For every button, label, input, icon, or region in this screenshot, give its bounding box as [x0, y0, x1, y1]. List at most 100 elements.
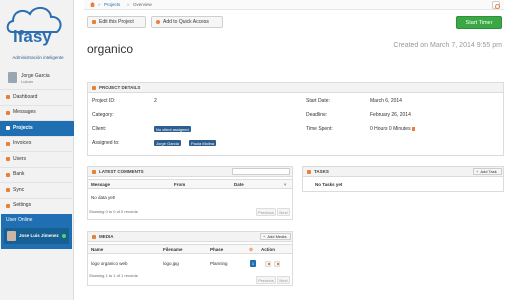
- sidebar-item-settings[interactable]: Settings: [0, 197, 74, 214]
- project-id-label: Project ID:: [92, 98, 116, 104]
- empty-message: No Tasks yet: [315, 182, 343, 187]
- time-spent-label: Time Spent:: [306, 126, 333, 132]
- brand-tagline: Administración inteligente: [12, 55, 64, 60]
- online-status-icon: [62, 234, 66, 238]
- start-date-label: Start Date:: [306, 98, 330, 104]
- assignee-tag[interactable]: Jorge Garcia: [154, 140, 181, 146]
- online-users-panel: User Online Jose Luis Jimenez: [1, 214, 72, 249]
- projects-icon: [6, 126, 10, 131]
- previous-page-button[interactable]: Previous: [256, 208, 276, 216]
- latest-comments-panel: LATEST COMMENTS Message From Date ▾ No d…: [87, 166, 293, 220]
- panel-title: TASKS: [314, 169, 329, 174]
- sidebar-item-invoices[interactable]: Invoices: [0, 135, 74, 152]
- start-timer-button[interactable]: Start Timer: [456, 16, 502, 29]
- edit-time-icon[interactable]: [411, 126, 415, 131]
- add-task-label: Add Task: [480, 169, 497, 174]
- previous-page-button[interactable]: Previous: [256, 276, 276, 284]
- plus-icon: +: [263, 234, 266, 239]
- empty-message: No data yet!: [91, 195, 116, 200]
- records-info: Showing 0 to 0 of 0 records: [89, 209, 138, 214]
- column-header[interactable]: Date: [234, 182, 244, 187]
- column-header[interactable]: From: [174, 182, 185, 187]
- panel-title: PROJECT DETAILS: [99, 85, 141, 90]
- comment-icon: [92, 169, 96, 174]
- column-header[interactable]: Phase: [210, 247, 223, 252]
- breadcrumb-current: Overview: [133, 1, 152, 7]
- next-page-button[interactable]: Next: [277, 208, 290, 216]
- media-phase: Planning: [210, 261, 228, 266]
- panel-title: LATEST COMMENTS: [99, 169, 144, 174]
- tasks-panel: TASKS + Add Task No Tasks yet: [302, 166, 504, 192]
- bank-icon: [6, 172, 10, 177]
- online-user-name: Jose Luis Jimenez: [19, 233, 59, 238]
- tasks-icon: [307, 169, 311, 174]
- next-page-button[interactable]: Next: [277, 276, 290, 284]
- sidebar-item-projects[interactable]: Projects: [0, 120, 74, 136]
- created-date: Created on March 7, 2014 9:55 pm: [393, 42, 502, 49]
- delete-icon[interactable]: [274, 260, 280, 267]
- online-user-item[interactable]: Jose Luis Jimenez: [4, 228, 69, 244]
- time-spent-value: 0 Hours 0 Minutes: [370, 126, 415, 132]
- breadcrumb-projects-link[interactable]: Projects: [104, 2, 120, 7]
- deadline-label: Deadline:: [306, 112, 328, 118]
- media-panel: MEDIA + Add Media Name Filename Phase ⚙ A…: [87, 231, 293, 286]
- sidebar-nav: Dashboard Messages Projects Invoices Use…: [0, 89, 74, 213]
- sidebar-item-sync[interactable]: Sync: [0, 182, 74, 198]
- add-task-button[interactable]: + Add Task: [473, 168, 502, 175]
- add-quick-access-label: Add to Quick Access: [163, 19, 209, 25]
- sidebar-item-label: Messages: [13, 109, 36, 115]
- edit-project-button[interactable]: Edit this Project: [87, 16, 146, 28]
- sidebar-item-bank[interactable]: Bank: [0, 166, 74, 183]
- users-icon: [6, 157, 10, 162]
- brand-logo[interactable]: ifasy: [4, 2, 66, 50]
- project-details-panel: PROJECT DETAILS Project ID: 2 Category: …: [87, 82, 504, 156]
- sidebar-item-label: Dashboard: [13, 93, 38, 100]
- breadcrumb: » Projects » Overview: [84, 0, 504, 10]
- column-header[interactable]: Message: [91, 182, 110, 187]
- sidebar-item-label: Invoices: [13, 140, 32, 146]
- sort-icon[interactable]: ▾: [284, 182, 286, 188]
- table-header: Name Filename Phase ⚙ Action: [88, 244, 292, 254]
- sidebar-item-label: Bank: [13, 171, 25, 177]
- sidebar-item-messages[interactable]: Messages: [0, 104, 74, 121]
- comments-search-input[interactable]: [232, 168, 290, 175]
- table-header: Message From Date ▾: [88, 179, 292, 189]
- add-media-label: Add Media: [267, 234, 287, 239]
- deadline-value: February 26, 2014: [370, 112, 411, 118]
- power-icon[interactable]: [492, 1, 500, 9]
- sync-icon: [6, 188, 10, 193]
- category-label: Category:: [92, 112, 114, 118]
- sidebar-item-label: Settings: [13, 202, 32, 208]
- assignee-tag[interactable]: Paola Molina: [189, 140, 217, 146]
- home-icon[interactable]: [90, 2, 95, 7]
- invoices-icon: [6, 141, 10, 146]
- sidebar-item-label: Sync: [13, 186, 25, 193]
- project-id-value: 2: [154, 98, 157, 104]
- dashboard-icon: [6, 95, 10, 100]
- column-header[interactable]: Action: [261, 247, 275, 252]
- edit-project-label: Edit this Project: [99, 19, 134, 25]
- media-name[interactable]: logo organico web: [91, 261, 128, 266]
- plus-icon: +: [476, 169, 479, 174]
- sidebar-item-label: Projects: [13, 124, 33, 131]
- media-filename: logo.jpg: [163, 261, 179, 266]
- panel-header: PROJECT DETAILS: [88, 83, 503, 93]
- sidebar-item-dashboard[interactable]: Dashboard: [0, 89, 74, 105]
- current-user[interactable]: Jorge Garcia Lukum: [0, 70, 74, 88]
- add-quick-access-button[interactable]: Add to Quick Access: [151, 16, 223, 28]
- edit-icon[interactable]: [265, 260, 271, 267]
- avatar: [8, 72, 17, 83]
- column-header[interactable]: Filename: [163, 247, 183, 252]
- sidebar-item-users[interactable]: Users: [0, 151, 74, 167]
- add-media-button[interactable]: + Add Media: [260, 233, 291, 240]
- star-icon: [156, 20, 160, 24]
- assigned-label: Assigned to:: [92, 140, 120, 146]
- media-count-badge: 1: [250, 260, 256, 267]
- page-title: organico: [87, 42, 134, 56]
- breadcrumb-separator: »: [127, 1, 130, 7]
- settings-icon: ⚙: [249, 247, 254, 252]
- column-header[interactable]: Name: [91, 247, 103, 252]
- online-users-title: User Online: [6, 217, 33, 223]
- sidebar-item-label: Users: [13, 155, 27, 162]
- media-icon: [92, 234, 96, 239]
